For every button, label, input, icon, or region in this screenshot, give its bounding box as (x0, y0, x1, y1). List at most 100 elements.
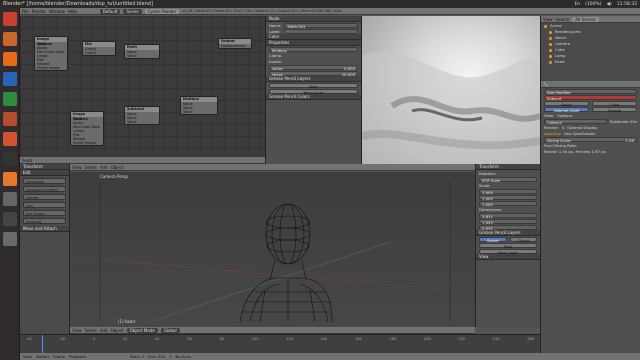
apply-button[interactable]: Apply (544, 100, 589, 107)
keyboard-indicator[interactable]: En (574, 2, 580, 7)
new-layer-button[interactable]: New Layer (269, 88, 358, 95)
vp-add-menu[interactable]: Add (100, 165, 108, 170)
node-socket-row[interactable]: Single Image (35, 66, 67, 70)
dim-z-field[interactable]: 2.032 (479, 224, 537, 231)
blender-icon[interactable] (3, 172, 17, 186)
n-new-layer-button[interactable]: New Layer (479, 248, 537, 255)
outliner-search-menu[interactable]: Search (556, 17, 570, 22)
monitor-icon[interactable] (3, 212, 17, 226)
clamp-checkbox[interactable]: Clamp (269, 53, 281, 58)
node-socket-row[interactable]: Value (181, 110, 217, 114)
vp-object-menu[interactable]: Object (111, 165, 124, 170)
scale-x-field[interactable]: 1.000 (479, 188, 537, 195)
pivot-select[interactable]: Global (160, 327, 180, 333)
node-socket-row[interactable]: Displacement (219, 44, 251, 48)
scale-y-field[interactable]: 1.000 (479, 194, 537, 201)
clock[interactable]: 11:58:33 (617, 2, 637, 7)
value2-field[interactable]: Value: 10.000 (269, 70, 358, 77)
copy-button[interactable]: Copy (592, 100, 637, 107)
tool-button-duplicate-linked[interactable]: Duplicate Linked (23, 186, 66, 192)
shader-node[interactable]: Image Texture Color Alpha Non-Color Data Lin… (70, 111, 104, 146)
rendered-displacement-view[interactable] (362, 16, 540, 164)
tl-marker-menu[interactable]: Marker (36, 354, 49, 359)
new-grease-button[interactable]: New (269, 82, 358, 89)
shader-node[interactable]: Output Displacement (218, 38, 252, 49)
render-engine-select[interactable]: Cycles Render (144, 8, 180, 14)
current-frame-line[interactable] (42, 335, 43, 354)
tl-view-menu[interactable]: View (23, 354, 32, 359)
files-icon[interactable] (3, 32, 17, 46)
tool-button-delete[interactable]: Delete (23, 194, 66, 200)
render-levels[interactable]: 4 (562, 125, 564, 130)
menu-file[interactable]: File (22, 9, 29, 14)
end-frame-field[interactable]: End: 250 (148, 354, 165, 359)
shader-node[interactable]: Multiply Value Value Value (180, 96, 218, 115)
scene-selector[interactable]: Scene (123, 8, 142, 14)
vp-object-menu-2[interactable]: Object (111, 328, 124, 333)
tool-button-set-origin[interactable]: Set Origin (23, 210, 66, 216)
3d-viewport[interactable]: Camera Persp (1) head (70, 172, 475, 327)
value1-field[interactable]: Value: 0.500 (269, 64, 358, 71)
n-new-button[interactable]: New (479, 242, 537, 249)
object-tab[interactable]: Object (509, 236, 537, 243)
scale-z-field[interactable]: 1.000 (479, 200, 537, 207)
tl-frame-menu[interactable]: Frame (53, 354, 65, 359)
timeline[interactable]: -40 -20 0 20 40 60 80 100 120 140 160 180 200 220 240 2… (20, 334, 540, 354)
adaptive-checkbox[interactable]: Adaptive (544, 131, 561, 136)
tool-button-join[interactable]: Join (23, 202, 66, 208)
vp-add-menu-2[interactable]: Add (100, 328, 108, 333)
node-socket-row[interactable]: Single Image (71, 141, 103, 145)
scene-tab[interactable]: Scene (479, 236, 507, 243)
shader-node[interactable]: Mix Color1 Color2 (82, 41, 116, 56)
shader-node[interactable]: Math Value Value (124, 44, 160, 59)
battery-indicator[interactable]: (100%) (585, 2, 601, 7)
start-frame-field[interactable]: Start: 1 (130, 354, 144, 359)
vp-select-menu-2[interactable]: Select (85, 328, 97, 333)
shader-node[interactable]: Subtract Value Value Value (124, 106, 160, 125)
menu-window[interactable]: Window (49, 9, 65, 14)
screen-selector[interactable]: Default (99, 8, 121, 14)
outliner-view-menu[interactable]: View (543, 17, 553, 22)
catmull-clark-toggle[interactable]: Catmull-Clark (544, 106, 589, 113)
node-socket-row[interactable]: Value (125, 54, 159, 58)
libreoffice-calc-icon[interactable] (3, 92, 17, 106)
node-socket-row[interactable]: Value (125, 120, 159, 124)
current-frame-field[interactable]: 1 (169, 354, 171, 359)
vp-view-menu-2[interactable]: View (72, 328, 82, 333)
vp-select-menu[interactable]: Select (85, 165, 97, 170)
dim-x-field[interactable]: 1.811 (479, 212, 537, 219)
rotation-mode-select[interactable]: XYZ Euler (479, 176, 537, 183)
tool-button-duplicate[interactable]: Duplicate (23, 178, 66, 184)
node-editor[interactable]: head Image Texture Color Alpha Non-Color Da… (20, 16, 265, 164)
dicing-scale-field[interactable]: Dicing Scale: 1.00 (544, 136, 637, 143)
ubuntu-dash-icon[interactable] (3, 12, 17, 26)
dim-y-field[interactable]: 1.443 (479, 218, 537, 225)
node-label-field[interactable] (283, 28, 358, 34)
libreoffice-writer-icon[interactable] (3, 72, 17, 86)
view-mode-select[interactable]: Catmull (544, 118, 607, 125)
menu-render[interactable]: Render (32, 9, 46, 14)
vp-view-menu[interactable]: View (72, 165, 82, 170)
add-modifier-select[interactable]: Add Modifier (544, 88, 637, 95)
node-name-field[interactable]: Math.001 (284, 22, 358, 29)
tool-button-shading[interactable]: Shading (23, 218, 66, 224)
sound-indicator[interactable]: ◀) (607, 2, 612, 7)
optimal-display-checkbox[interactable]: Optimal Display (567, 125, 597, 130)
modifier-name-field[interactable]: Subsurf (544, 94, 637, 101)
software-center-icon[interactable] (3, 132, 17, 146)
menu-help[interactable]: Help (68, 9, 77, 14)
settings-icon[interactable] (3, 192, 17, 206)
operation-select[interactable]: Multiply (269, 46, 358, 53)
firefox-icon[interactable] (3, 52, 17, 66)
edit-section[interactable]: Edit (20, 170, 69, 176)
subdivide-uvs-checkbox[interactable]: Subdivide UVs (610, 119, 637, 124)
outliner-item[interactable]: head (541, 59, 640, 65)
terminal-icon[interactable] (3, 152, 17, 166)
libreoffice-impress-icon[interactable] (3, 112, 17, 126)
simple-toggle[interactable]: Simple (592, 106, 637, 113)
grease-pencil-colors-header[interactable]: Grease Pencil Colors (266, 94, 361, 100)
opensubdiv-checkbox[interactable]: Use OpenSubdiv (564, 131, 595, 136)
outliner-display-select[interactable]: All Scenes (572, 16, 599, 22)
trash-icon[interactable] (3, 232, 17, 246)
last-operator-panel[interactable]: Move and Attach (20, 226, 69, 232)
